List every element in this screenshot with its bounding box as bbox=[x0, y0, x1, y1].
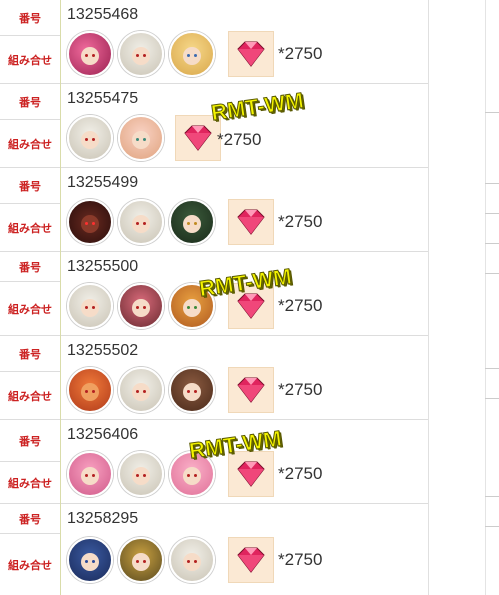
white-haired-girl-icon bbox=[118, 367, 164, 413]
watermark-text: RMT-WM bbox=[209, 87, 306, 126]
character-icons: *2750 bbox=[67, 30, 322, 78]
blonde-boy-icon bbox=[169, 31, 215, 77]
number-label: 番号 bbox=[0, 252, 60, 282]
number-label: 番号 bbox=[0, 504, 60, 534]
demon-pink-icon bbox=[67, 31, 113, 77]
listing-id: 13256406 bbox=[67, 426, 139, 443]
gem-count: *2750 bbox=[278, 44, 323, 63]
grid-line bbox=[485, 112, 499, 113]
grid-line bbox=[485, 213, 499, 214]
gem-icon bbox=[228, 283, 274, 329]
white-haired-girl-icon bbox=[118, 199, 164, 245]
grid-line bbox=[485, 496, 499, 497]
number-label: 番号 bbox=[0, 168, 60, 204]
listing-row[interactable]: 13255500 *2750 RMT-WM bbox=[61, 252, 428, 336]
listing-id: 13255502 bbox=[67, 342, 139, 359]
listing-id: 13255499 bbox=[67, 174, 139, 191]
listing-row[interactable]: 13256406 *2750 RMT-WM bbox=[61, 420, 428, 504]
grid-line bbox=[485, 273, 499, 274]
gem-icon bbox=[228, 199, 274, 245]
listing-id: 13258295 bbox=[67, 510, 139, 527]
character-icons: *2750 bbox=[67, 366, 322, 414]
pink-flower-girl-icon bbox=[118, 115, 164, 161]
gem-icon bbox=[228, 537, 274, 583]
white-haired-girl-icon bbox=[67, 283, 113, 329]
white-haired-girl-icon bbox=[118, 451, 164, 497]
gold-armored-girl-icon bbox=[118, 537, 164, 583]
number-label: 番号 bbox=[0, 84, 60, 120]
listing-column: 13255468 *2750 13255475 *2750 RMT-WM 132… bbox=[61, 0, 429, 595]
listing-row[interactable]: 13255502 *2750 bbox=[61, 336, 428, 420]
gem-count: *2750 bbox=[278, 550, 323, 569]
gem-count: *2750 bbox=[278, 296, 323, 315]
grid-line bbox=[485, 183, 499, 184]
autumn-girl-icon bbox=[169, 283, 215, 329]
label-column: 番号 組み合せ 番号 組み合せ 番号 組み合せ 番号 組み合せ 番号 組み合せ … bbox=[0, 0, 61, 595]
grid-line bbox=[485, 243, 499, 244]
character-icons bbox=[67, 114, 223, 162]
gem-icon bbox=[175, 115, 221, 161]
number-label: 番号 bbox=[0, 336, 60, 372]
grid-line bbox=[485, 526, 499, 527]
brown-haired-girl-icon bbox=[169, 367, 215, 413]
dragon-icon bbox=[67, 199, 113, 245]
pink-bunny-girl-icon bbox=[169, 451, 215, 497]
gem-icon bbox=[228, 451, 274, 497]
listing-row[interactable]: 13255499 *2750 bbox=[61, 168, 428, 252]
white-haired-girl-icon bbox=[169, 537, 215, 583]
combo-label: 組み合せ bbox=[0, 282, 60, 336]
listing-id: 13255475 bbox=[67, 90, 139, 107]
listing-row[interactable]: 13258295 *2750 bbox=[61, 504, 428, 595]
combo-label: 組み合せ bbox=[0, 36, 60, 84]
character-icons: *2750 bbox=[67, 450, 322, 498]
gem-count: *2750 bbox=[217, 130, 262, 149]
grid-line bbox=[485, 398, 499, 399]
listing-row[interactable]: 13255475 *2750 RMT-WM bbox=[61, 84, 428, 168]
number-label: 番号 bbox=[0, 0, 60, 36]
pink-haired-girl-icon bbox=[118, 283, 164, 329]
gem-icon bbox=[228, 31, 274, 77]
listing-id: 13255468 bbox=[67, 6, 139, 23]
listing-page: 番号 組み合せ 番号 組み合せ 番号 組み合せ 番号 組み合せ 番号 組み合せ … bbox=[0, 0, 499, 595]
gem-count: *2750 bbox=[278, 212, 323, 231]
white-haired-girl-icon bbox=[118, 31, 164, 77]
grid-line bbox=[485, 368, 499, 369]
character-icons: *2750 bbox=[67, 282, 322, 330]
gem-count: *2750 bbox=[278, 464, 323, 483]
number-label: 番号 bbox=[0, 420, 60, 462]
combo-label: 組み合せ bbox=[0, 120, 60, 168]
pink-twin-tail-girl-icon bbox=[67, 451, 113, 497]
right-grid-fragments bbox=[429, 0, 499, 595]
gem-icon bbox=[228, 367, 274, 413]
combo-label: 組み合せ bbox=[0, 462, 60, 504]
combo-label: 組み合せ bbox=[0, 372, 60, 420]
gem-count: *2750 bbox=[278, 380, 323, 399]
listing-id: 13255500 bbox=[67, 258, 139, 275]
listing-row[interactable]: 13255468 *2750 bbox=[61, 0, 428, 84]
white-haired-girl-icon bbox=[67, 115, 113, 161]
character-icons: *2750 bbox=[67, 198, 322, 246]
orange-mask-icon bbox=[67, 367, 113, 413]
combo-label: 組み合せ bbox=[8, 558, 52, 572]
combo-label: 組み合せ bbox=[0, 204, 60, 252]
green-haired-girl-icon bbox=[169, 199, 215, 245]
blue-haired-boy-icon bbox=[67, 537, 113, 583]
character-icons: *2750 bbox=[67, 536, 322, 584]
